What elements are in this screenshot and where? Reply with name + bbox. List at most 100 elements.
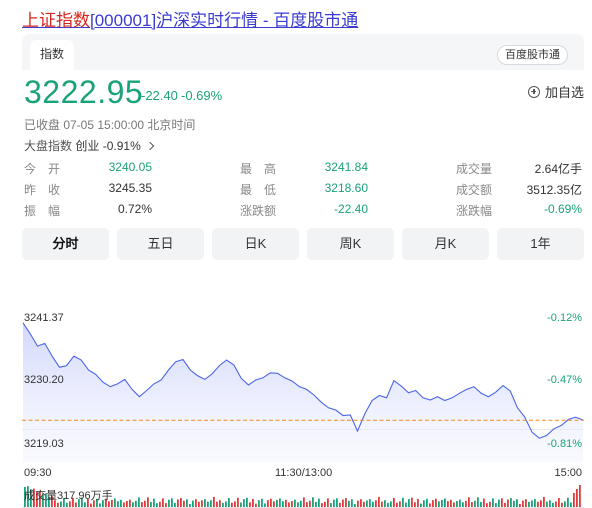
volume-bar (543, 496, 545, 507)
page-title-highlight[interactable]: 上证指数 (22, 11, 90, 30)
x-axis-midday: 11:30/13:00 (275, 467, 333, 479)
brand-badge[interactable]: 百度股市通 (497, 45, 568, 65)
period-tab-1year[interactable]: 1年 (497, 228, 584, 260)
volume-bar (189, 504, 191, 507)
volume-bar (162, 498, 164, 507)
volume-bar (321, 503, 323, 507)
volume-bar (300, 500, 302, 507)
volume-bar (426, 498, 428, 507)
volume-bar (243, 499, 245, 507)
volume-bar (306, 502, 308, 507)
volume-bar (333, 499, 335, 507)
volume-bar (147, 497, 149, 507)
volume-bar (369, 499, 371, 508)
volume-bar (285, 499, 287, 508)
volume-bar (258, 500, 260, 507)
volume-bar (141, 502, 143, 507)
volume-bar (513, 500, 515, 508)
volume-bar (222, 502, 224, 507)
volume-bar (156, 503, 158, 507)
volume-bar (288, 502, 290, 507)
period-selector: 分时 五日 日K 周K 月K 1年 (22, 228, 584, 260)
volume-bar (423, 500, 425, 507)
volume-bar (270, 498, 272, 507)
stat-value: -22.40 (333, 202, 368, 216)
volume-bar (237, 497, 239, 507)
period-tab-intraday[interactable]: 分时 (22, 228, 109, 260)
stat-label: 涨跌额 (240, 204, 277, 218)
volume-bar (465, 500, 467, 507)
market-index-name: 创业 (75, 139, 100, 153)
market-status: 已收盘 07-05 15:00:00 北京时间 (24, 118, 196, 132)
volume-bar (528, 501, 530, 507)
tab-index[interactable]: 指数 (30, 40, 75, 70)
volume-bar (225, 501, 227, 507)
volume-bar (123, 502, 125, 507)
volume-bar (489, 501, 491, 507)
period-tab-5day[interactable]: 五日 (117, 228, 204, 260)
volume-bar (573, 493, 575, 507)
period-tab-daily-k[interactable]: 日K (212, 228, 299, 260)
volume-bar (438, 501, 440, 507)
market-index-label: 大盘指数 (24, 139, 73, 153)
market-index-link[interactable]: 大盘指数 创业 -0.91% (24, 137, 155, 154)
volume-bar (531, 500, 533, 507)
volume-bar (435, 498, 437, 507)
stat-value: 3512.35亿 (526, 183, 582, 197)
volume-bar (399, 501, 401, 508)
volume-bar (504, 502, 506, 507)
volume-bar (546, 501, 548, 508)
volume-bar (420, 503, 422, 507)
volume-bar (168, 499, 170, 507)
page-title-rest[interactable]: [000001]沪深实时行情 - 百度股市通 (90, 11, 358, 30)
stat-value: 3218.60 (324, 181, 368, 195)
stat-label: 涨跌幅 (456, 204, 493, 218)
volume-bar (171, 498, 173, 508)
volume-bar (327, 498, 329, 507)
x-axis-end: 15:00 (554, 467, 582, 479)
volume-bar (354, 504, 356, 507)
stat-value: 3241.84 (324, 160, 368, 174)
volume-bar (144, 500, 146, 507)
page-title-link[interactable]: 上证指数[000001]沪深实时行情 - 百度股市通 (22, 6, 358, 31)
period-tab-weekly-k[interactable]: 周K (307, 228, 394, 260)
volume-bar (474, 500, 476, 507)
volume-bar (519, 504, 521, 507)
volume-bar (534, 499, 536, 508)
stat-value: -0.69% (543, 202, 582, 216)
volume-bar (480, 501, 482, 507)
volume-bar (138, 497, 140, 507)
volume-bar (453, 502, 455, 507)
stat-value: 3240.05 (108, 160, 152, 174)
volume-bar (186, 499, 188, 507)
volume-bar (516, 499, 518, 507)
volume-bar (414, 502, 416, 507)
stat-label: 最 高 (240, 162, 277, 176)
volume-bar (405, 502, 407, 507)
stat-label: 最 低 (240, 183, 277, 197)
add-favorite-button[interactable]: 加自选 (527, 82, 584, 101)
volume-bar (57, 502, 59, 507)
intraday-chart[interactable]: 3241.37 3230.20 3219.03 -0.12% -0.47% -0… (22, 270, 584, 508)
volume-bar (273, 501, 275, 507)
chevron-right-icon (145, 141, 155, 151)
volume-bar (126, 501, 128, 507)
volume-bar (522, 500, 524, 507)
stats-row: 昨 收 3245.35 最 低 3218.60 成交额 3512.35亿 (22, 181, 584, 201)
volume-bar (210, 500, 212, 507)
volume-bar (120, 499, 122, 508)
volume-bar (129, 499, 131, 507)
volume-bar (483, 498, 485, 508)
volume-bar (276, 499, 278, 507)
volume-bar (387, 502, 389, 507)
period-tab-monthly-k[interactable]: 月K (402, 228, 489, 260)
volume-bar (231, 502, 233, 507)
volume-bar (570, 502, 572, 507)
volume-bar (279, 498, 281, 507)
volume-bar (216, 501, 218, 508)
volume-bar (246, 497, 248, 507)
y-axis-right-mid: -0.47% (547, 374, 582, 386)
volume-bar (372, 501, 374, 507)
stat-label: 昨 收 (24, 183, 61, 197)
volume-bar (567, 497, 569, 507)
